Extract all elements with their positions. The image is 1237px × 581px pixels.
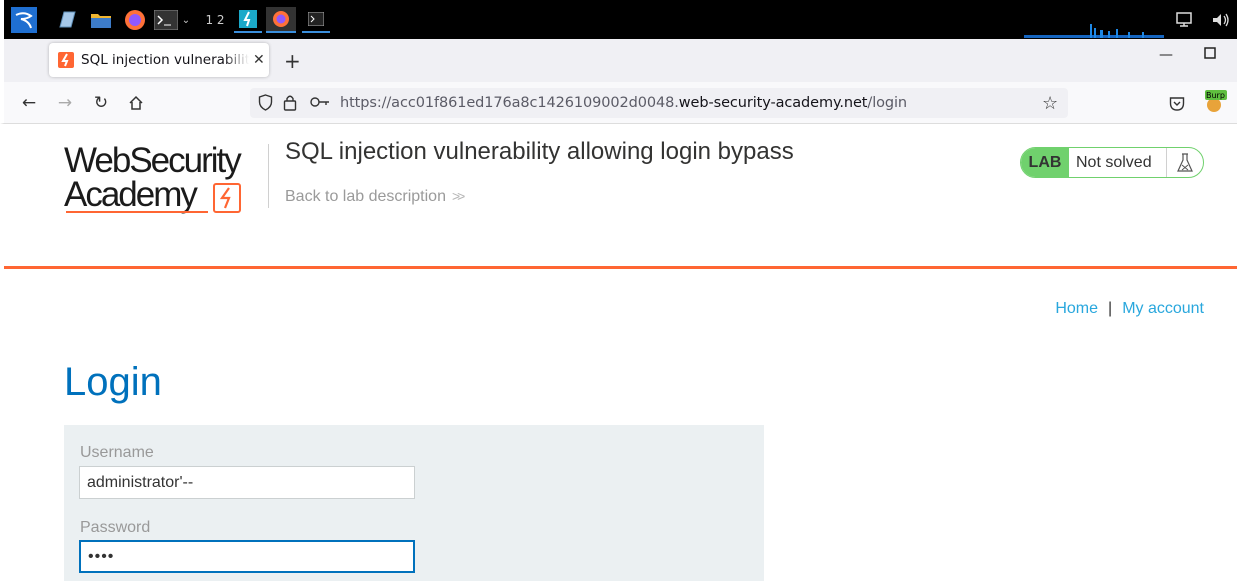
- reload-icon[interactable]: ↻: [90, 92, 112, 114]
- password-label: Password: [80, 519, 151, 536]
- os-taskbar: ⌄ 1 2: [0, 0, 1237, 39]
- url-path: /login: [867, 95, 908, 111]
- folder-icon[interactable]: [88, 7, 114, 33]
- web-security-academy-logo[interactable]: WebSecurity Academy: [64, 141, 264, 213]
- key-icon[interactable]: [310, 96, 330, 112]
- firefox-window-icon[interactable]: [266, 7, 296, 33]
- logo-line-1: WebSecurity: [64, 141, 242, 180]
- terminal-window-icon[interactable]: [302, 7, 330, 33]
- lab-status: Not solved: [1069, 148, 1167, 177]
- username-input[interactable]: administrator'--: [79, 466, 415, 499]
- chevron-down-icon[interactable]: ⌄: [182, 15, 190, 26]
- new-tab-button[interactable]: +: [284, 49, 301, 73]
- tab-title: SQL injection vulnerability allowing log…: [81, 52, 249, 68]
- cpu-activity-graph: [1024, 24, 1164, 38]
- close-tab-icon[interactable]: ✕: [253, 52, 265, 68]
- forward-arrow-icon[interactable]: →: [54, 92, 76, 114]
- username-label: Username: [80, 444, 154, 461]
- header-rule: [4, 266, 1237, 269]
- kali-menu-icon[interactable]: [10, 7, 38, 33]
- browser-nav-bar: ← → ↻ https://acc01f861ed176a8c142610900…: [0, 82, 1237, 124]
- home-link[interactable]: Home: [1055, 300, 1098, 318]
- header-divider: [268, 144, 269, 208]
- url-bar[interactable]: https://acc01f861ed176a8c1426109002d0048…: [250, 88, 1068, 118]
- shield-icon[interactable]: [258, 94, 273, 115]
- volume-icon[interactable]: [1209, 7, 1233, 33]
- back-link-label: Back to lab description: [285, 188, 446, 205]
- logo-underline: [66, 211, 208, 213]
- login-form: Username administrator'-- Password ••••: [64, 425, 764, 581]
- portswigger-favicon-icon: [58, 52, 74, 68]
- terminal-icon[interactable]: ⌄: [152, 7, 192, 33]
- pocket-icon[interactable]: [1166, 92, 1188, 114]
- password-input[interactable]: ••••: [79, 540, 415, 573]
- back-arrow-icon[interactable]: ←: [18, 92, 40, 114]
- double-chevron-right-icon: >>: [451, 188, 465, 204]
- lab-title: SQL injection vulnerability allowing log…: [285, 138, 794, 165]
- tab-active[interactable]: SQL injection vulnerability allowing log…: [49, 43, 269, 77]
- my-account-link[interactable]: My account: [1122, 300, 1204, 318]
- url-text[interactable]: https://acc01f861ed176a8c1426109002d0048…: [340, 95, 907, 111]
- lab-label: LAB: [1021, 148, 1069, 177]
- browser-tab-bar: SQL injection vulnerability allowing log…: [0, 39, 1237, 82]
- url-prefix: https://acc01f861ed176a8c1426109002d0048…: [340, 95, 679, 111]
- url-domain: web-security-academy.net: [678, 95, 868, 111]
- top-nav-links: Home | My account: [1055, 300, 1204, 318]
- firefox-icon[interactable]: [122, 7, 148, 33]
- logo-bolt-icon: [213, 183, 241, 213]
- back-to-lab-link[interactable]: Back to lab description >>: [285, 188, 465, 206]
- burp-extension-badge: Burp: [1206, 91, 1225, 100]
- files-icon[interactable]: [54, 7, 80, 33]
- flask-icon: [1167, 148, 1203, 177]
- bookmark-star-icon[interactable]: ☆: [1042, 93, 1058, 114]
- lab-status-badge: LAB Not solved: [1020, 147, 1204, 178]
- network-icon[interactable]: [1174, 7, 1198, 33]
- nav-separator: |: [1108, 300, 1113, 317]
- maximize-window-button[interactable]: [1204, 47, 1216, 63]
- home-icon[interactable]: [125, 92, 147, 114]
- burp-window-icon[interactable]: [234, 7, 262, 33]
- minimize-window-button[interactable]: —: [1159, 47, 1173, 63]
- lock-icon[interactable]: [283, 94, 297, 115]
- burp-extension-icon[interactable]: Burp: [1200, 90, 1228, 112]
- page-title: Login: [64, 360, 162, 404]
- workspace-switcher[interactable]: 1 2: [204, 7, 226, 33]
- web-page: WebSecurity Academy SQL injection vulner…: [4, 124, 1237, 581]
